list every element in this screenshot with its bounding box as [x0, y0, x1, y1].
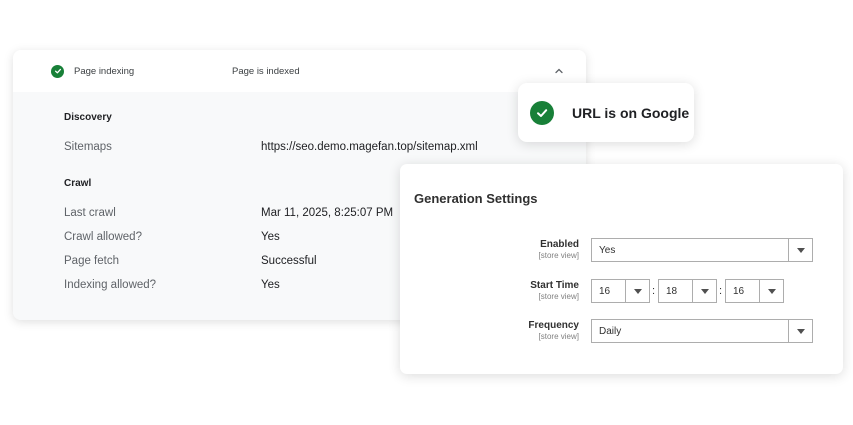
hour-value: 16 [599, 285, 611, 297]
start-time-label: Start Time [530, 280, 579, 291]
time-separator: : [719, 285, 723, 297]
badge-text: URL is on Google [572, 104, 690, 121]
check-circle-icon [530, 100, 554, 125]
generation-settings-title: Generation Settings [414, 191, 538, 206]
dropdown-arrow-icon[interactable] [788, 239, 812, 261]
frequency-field-label: Frequency [store view] [528, 320, 579, 341]
url-on-google-badge: URL is on Google [518, 83, 694, 142]
dropdown-arrow-icon[interactable] [625, 280, 649, 302]
enabled-field-label: Enabled [store view] [539, 239, 579, 260]
check-circle-icon [51, 64, 64, 78]
enabled-label: Enabled [540, 239, 579, 250]
hour-select[interactable]: 16 [591, 279, 650, 303]
indexing-allowed-value: Yes [261, 279, 280, 291]
dropdown-arrow-icon[interactable] [759, 280, 783, 302]
enabled-value: Yes [599, 244, 616, 256]
enabled-select[interactable]: Yes [591, 238, 813, 262]
crawl-allowed-value: Yes [261, 231, 280, 243]
time-separator: : [652, 285, 656, 297]
header-title: Page indexing [74, 65, 135, 77]
page-fetch-value: Successful [261, 255, 317, 267]
discovery-heading: Discovery [64, 112, 112, 123]
chevron-up-icon[interactable] [553, 65, 565, 77]
stage: Page indexing Page is indexed Discovery … [0, 0, 853, 425]
start-time-field-label: Start Time [store view] [530, 280, 579, 301]
dropdown-arrow-icon[interactable] [788, 320, 812, 342]
crawl-allowed-label: Crawl allowed? [64, 231, 142, 243]
second-select[interactable]: 16 [725, 279, 784, 303]
second-value: 16 [733, 285, 745, 297]
header-status: Page is indexed [232, 65, 300, 77]
minute-select[interactable]: 18 [658, 279, 717, 303]
frequency-select[interactable]: Daily [591, 319, 813, 343]
minute-value: 18 [666, 285, 678, 297]
start-time-scope: [store view] [538, 292, 579, 301]
page-fetch-label: Page fetch [64, 255, 119, 267]
dropdown-arrow-icon[interactable] [692, 280, 716, 302]
enabled-scope: [store view] [538, 251, 579, 260]
last-crawl-value: Mar 11, 2025, 8:25:07 PM [261, 207, 394, 219]
frequency-scope: [store view] [538, 332, 579, 341]
crawl-heading: Crawl [64, 178, 92, 189]
frequency-label: Frequency [528, 320, 579, 331]
last-crawl-label: Last crawl [64, 207, 116, 219]
indexing-allowed-label: Indexing allowed? [64, 279, 157, 291]
sitemaps-label: Sitemaps [64, 141, 112, 153]
sitemaps-value: https://seo.demo.magefan.top/sitemap.xml [261, 141, 478, 153]
page-indexing-header[interactable]: Page indexing Page is indexed [13, 50, 586, 92]
generation-settings-card: Generation Settings Enabled [store view]… [400, 164, 843, 374]
frequency-value: Daily [599, 325, 622, 337]
